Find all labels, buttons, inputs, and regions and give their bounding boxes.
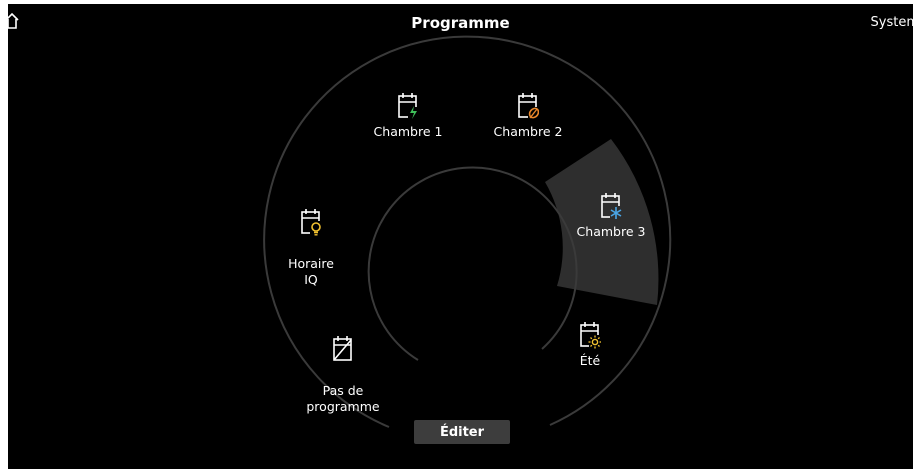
program-label: Horaire IQ (288, 256, 334, 287)
program-pas-de-programme[interactable]: Pas de programme (288, 319, 398, 415)
program-label: Été (579, 353, 601, 368)
program-dial (263, 35, 672, 428)
program-chambre-2[interactable]: Chambre 2 (473, 92, 583, 140)
program-chambre-1[interactable]: Chambre 1 (353, 92, 463, 140)
calendar-leaf-icon (518, 93, 539, 120)
page-title: Programme (411, 14, 510, 32)
program-screen: Programme System Chambre 1 Chambre 2 Cha… (8, 4, 913, 469)
program-ete[interactable]: Été (535, 321, 645, 369)
calendar-lightning-icon (398, 93, 418, 119)
program-horaire-iq[interactable]: Horaire IQ (256, 192, 366, 288)
calendar-off-icon (333, 336, 352, 361)
program-chambre-3[interactable]: Chambre 3 (556, 192, 666, 240)
calendar-bulb-icon (301, 209, 322, 236)
program-label: Chambre 1 (373, 124, 443, 139)
system-tab[interactable]: System (871, 15, 913, 30)
program-label: Chambre 2 (493, 124, 563, 139)
calendar-sun-icon (580, 322, 601, 349)
program-label: Chambre 3 (576, 224, 646, 239)
calendar-snowflake-icon (601, 193, 622, 220)
program-label: Pas de programme (306, 383, 380, 414)
edit-button[interactable]: Éditer (414, 420, 510, 444)
